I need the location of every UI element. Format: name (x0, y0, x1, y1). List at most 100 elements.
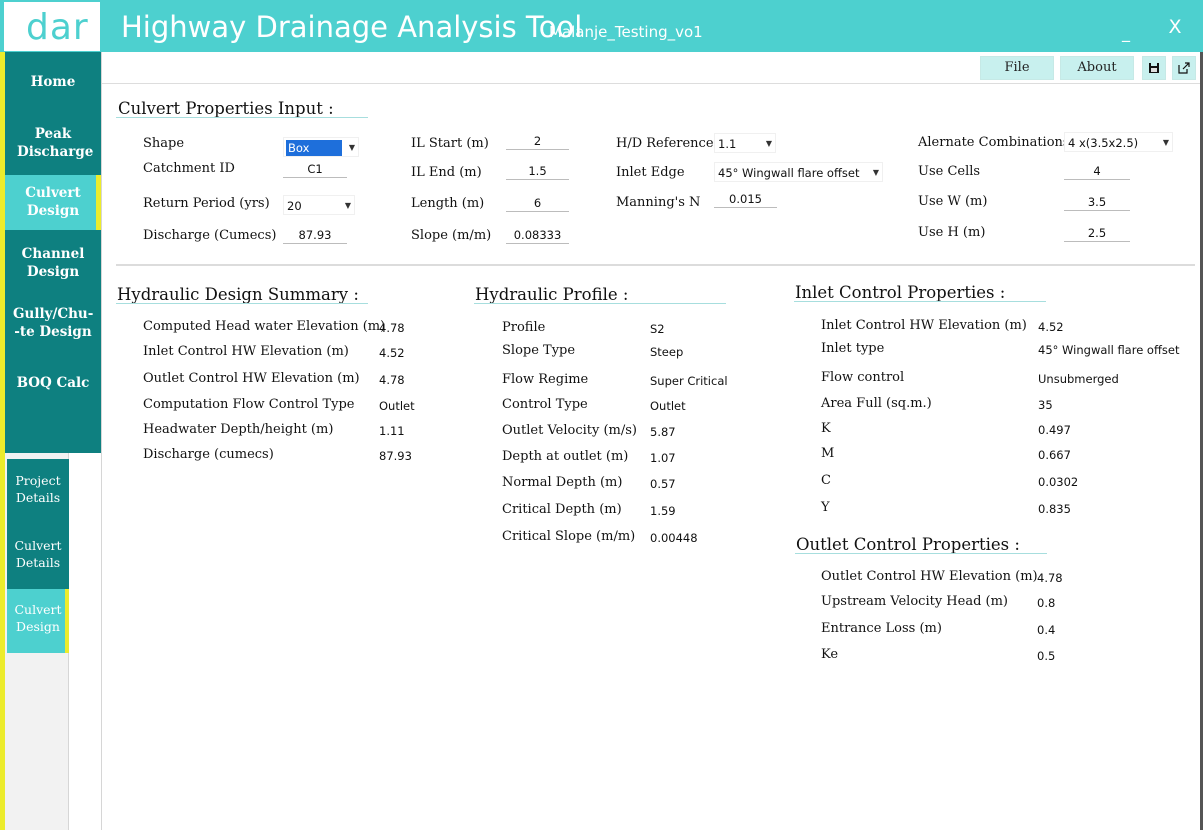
inlet-edge-value: 45° Wingwall flare offset (718, 166, 860, 180)
shape-dropdown[interactable]: Box ▼ (283, 137, 359, 157)
profile-row-value: Steep (650, 345, 684, 359)
nav-gully-chute-design[interactable]: Gully/Chu- -te Design (5, 305, 101, 343)
inlet-row-value: 0.667 (1038, 448, 1071, 462)
export-button[interactable] (1172, 56, 1196, 80)
save-icon (1149, 63, 1159, 73)
save-button[interactable] (1142, 56, 1166, 80)
shape-value: Box (286, 140, 342, 156)
outlet-row-label: Entrance Loss (m) (821, 621, 942, 636)
profile-row-value: Super Critical (650, 374, 728, 388)
inlet-row-label: C (821, 473, 831, 488)
summary-section-underline (116, 303, 368, 304)
hd-reference-dropdown[interactable]: 1.1 ▼ (714, 133, 776, 153)
profile-row-label: Critical Depth (m) (502, 502, 622, 517)
catchment-label: Catchment ID (143, 161, 235, 176)
profile-row-value: 0.57 (650, 477, 676, 491)
profile-row-label: Depth at outlet (m) (502, 449, 629, 464)
discharge-label: Discharge (Cumecs) (143, 228, 277, 243)
profile-row-value: 1.07 (650, 451, 676, 465)
profile-row-label: Normal Depth (m) (502, 475, 623, 490)
minimize-button[interactable]: _ (1116, 25, 1136, 41)
il-end-label: IL End (m) (411, 165, 482, 180)
profile-section-underline (474, 303, 726, 304)
inlet-edge-dropdown[interactable]: 45° Wingwall flare offset ▼ (714, 162, 883, 182)
inlet-row-value: Unsubmerged (1038, 372, 1119, 386)
nav-home-label: Home (30, 74, 76, 90)
summary-row-label: Headwater Depth/height (m) (143, 422, 334, 437)
il-start-field[interactable]: 2 (506, 133, 569, 150)
subnav-active-indicator (65, 589, 69, 653)
inlet-row-label: Flow control (821, 370, 905, 385)
catchment-field[interactable]: C1 (283, 161, 347, 178)
profile-row-label: Profile (502, 320, 546, 335)
nav-channel-design[interactable]: Channel Design (5, 245, 101, 283)
return-period-value: 20 (287, 199, 302, 213)
inlet-row-value: 35 (1038, 398, 1053, 412)
il-end-field[interactable]: 1.5 (506, 163, 569, 180)
summary-row-label: Inlet Control HW Elevation (m) (143, 344, 349, 359)
inlet-edge-label: Inlet Edge (616, 165, 685, 180)
section-divider (116, 264, 1195, 266)
inlet-row-value: 0.497 (1038, 423, 1071, 437)
summary-row-label: Outlet Control HW Elevation (m) (143, 371, 360, 386)
slope-field[interactable]: 0.08333 (506, 227, 569, 244)
content-divider (101, 52, 102, 830)
manning-label: Manning's N (616, 195, 701, 210)
inlet-row-value: 4.52 (1038, 320, 1064, 334)
profile-row-value: 1.59 (650, 504, 676, 518)
subnav-culvert-details[interactable]: Culvert Details (7, 524, 69, 589)
profile-row-value: Outlet (650, 399, 686, 413)
summary-row-value: Outlet (379, 399, 415, 413)
profile-row-value: S2 (650, 322, 665, 336)
manning-field[interactable]: 0.015 (714, 191, 777, 208)
alt-combinations-value: 4 x(3.5x2.5) (1068, 136, 1139, 150)
profile-row-label: Slope Type (502, 343, 576, 358)
inlet-row-value: 45° Wingwall flare offset (1038, 343, 1180, 357)
summary-row-value: 4.78 (379, 373, 405, 387)
alt-combinations-dropdown[interactable]: 4 x(3.5x2.5) ▼ (1064, 132, 1173, 152)
length-field[interactable]: 6 (506, 195, 569, 212)
toolbar-divider (102, 83, 1203, 84)
close-button[interactable]: X (1164, 15, 1186, 39)
slope-label: Slope (m/m) (411, 228, 492, 243)
outlet-section-underline (795, 553, 1047, 554)
profile-row-label: Outlet Velocity (m/s) (502, 423, 637, 438)
use-w-field[interactable]: 3.5 (1064, 194, 1130, 211)
use-h-label: Use H (m) (918, 225, 986, 240)
chevron-down-icon: ▼ (348, 143, 355, 152)
outlet-row-label: Upstream Velocity Head (m) (821, 594, 1009, 609)
nav-boq-calc[interactable]: BOQ Calc (5, 374, 101, 394)
length-label: Length (m) (411, 196, 485, 211)
hd-reference-label: H/D Reference (616, 136, 714, 151)
alt-combinations-label: Alernate Combinations (918, 135, 1070, 150)
nav-culvert-design[interactable]: Culvert Design (5, 175, 101, 230)
use-h-field[interactable]: 2.5 (1064, 225, 1130, 242)
subnav-culvert-design[interactable]: Culvert Design (7, 589, 69, 653)
inlet-row-label: Inlet type (821, 341, 885, 356)
subnav-culvert-details-label: Culvert Details (14, 538, 62, 570)
nav-channel-design-label: Channel Design (21, 246, 85, 280)
chevron-down-icon: ▼ (872, 168, 879, 177)
return-period-dropdown[interactable]: 20 ▼ (283, 195, 355, 215)
discharge-field[interactable]: 87.93 (283, 227, 347, 244)
file-menu-button[interactable]: File (980, 56, 1054, 80)
use-w-label: Use W (m) (918, 194, 988, 209)
summary-row-label: Discharge (cumecs) (143, 447, 274, 462)
inlet-row-value: 0.835 (1038, 502, 1071, 516)
about-menu-button[interactable]: About (1060, 56, 1134, 80)
title-bar: dar Highway Drainage Analysis Tool Malan… (0, 0, 1203, 52)
subnav-project-details[interactable]: Project Details (7, 459, 69, 532)
nav-home[interactable]: Home (5, 73, 101, 93)
use-cells-field[interactable]: 4 (1064, 163, 1130, 180)
nav-gully-chute-design-label: Gully/Chu- -te Design (13, 306, 94, 340)
input-section-underline (116, 117, 368, 118)
chevron-down-icon: ▼ (765, 139, 772, 148)
inlet-row-label: Y (821, 500, 830, 515)
nav-culvert-design-label: Culvert Design (25, 185, 81, 219)
nav-peak-discharge[interactable]: Peak Discharge (5, 125, 101, 163)
profile-row-label: Control Type (502, 397, 588, 412)
profile-row-label: Flow Regime (502, 372, 589, 387)
app-title: Highway Drainage Analysis Tool (121, 10, 583, 44)
nav-peak-discharge-label: Peak Discharge (17, 126, 94, 160)
inlet-row-label: Area Full (sq.m.) (821, 396, 932, 411)
